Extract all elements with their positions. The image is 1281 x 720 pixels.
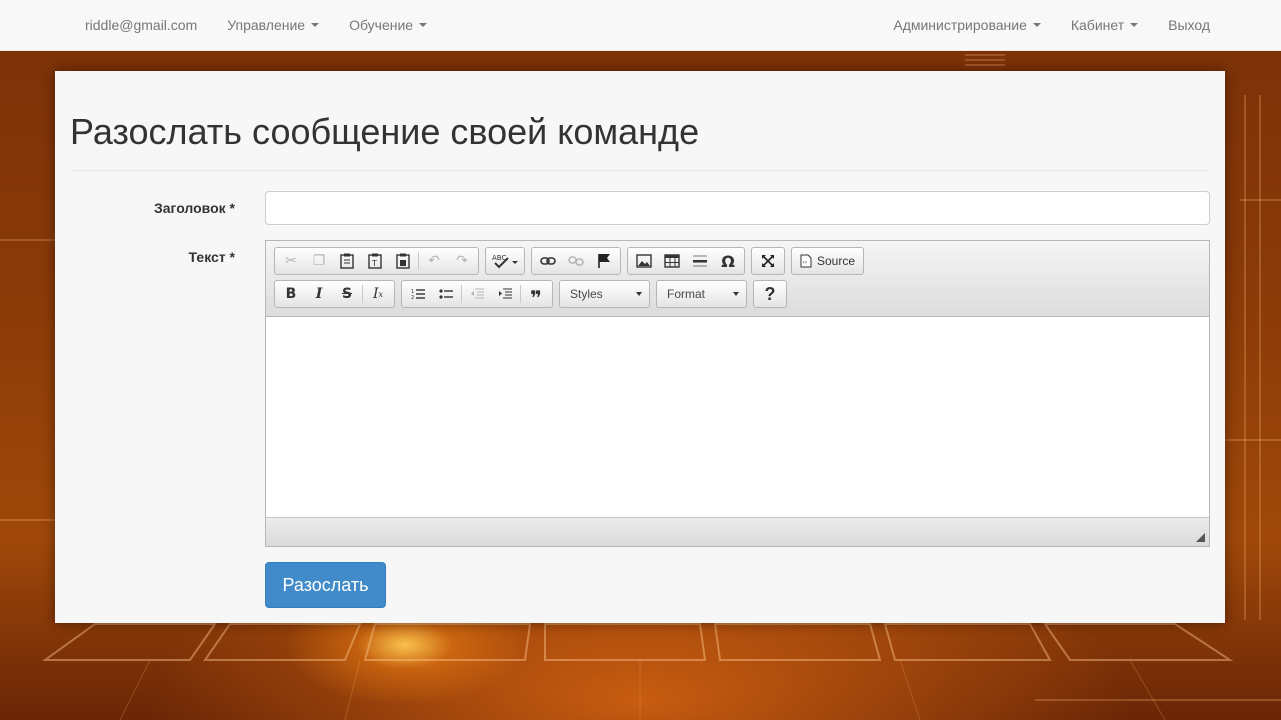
special-char-icon[interactable]: Ω	[714, 249, 742, 273]
styles-dropdown-label: Styles	[570, 287, 603, 301]
nav-menu-learning[interactable]: Обучение	[334, 0, 442, 51]
svg-text:2: 2	[411, 295, 414, 300]
title-divider	[70, 170, 1210, 171]
format-dropdown[interactable]: Format	[656, 280, 747, 308]
nav-menu-management-label: Управление	[227, 16, 306, 33]
strike-icon[interactable]: S	[333, 282, 361, 306]
caret-down-icon	[311, 23, 320, 27]
styles-dropdown[interactable]: Styles	[559, 280, 650, 308]
help-group: ?	[753, 280, 787, 308]
outdent-icon[interactable]	[463, 282, 491, 306]
horizontal-rule-icon[interactable]	[686, 249, 714, 273]
maximize-icon[interactable]	[754, 249, 782, 273]
toolbar-row-1: ✂ ❐ T ↶ ↷ ABC Ω ‹› Source	[274, 246, 1201, 276]
toolbar-separator	[461, 285, 462, 303]
numbered-list-icon[interactable]: 12	[404, 282, 432, 306]
bulleted-list-icon[interactable]	[432, 282, 460, 306]
anchor-flag-icon[interactable]	[590, 249, 618, 273]
editor-toolbar: ✂ ❐ T ↶ ↷ ABC Ω ‹› Source B I S I x 1 2 …	[266, 241, 1209, 317]
blockquote-icon[interactable]: ❞	[522, 282, 550, 310]
top-navbar: riddle@gmail.com Управление Обучение Адм…	[0, 0, 1281, 51]
toolbar-separator	[520, 285, 521, 303]
nav-menu-cabinet[interactable]: Кабинет	[1056, 0, 1153, 51]
send-button[interactable]: Разослать	[265, 562, 386, 608]
nav-menu-management[interactable]: Управление	[212, 0, 334, 51]
toolbar-separator	[362, 285, 363, 303]
table-icon[interactable]	[658, 249, 686, 273]
bold-icon[interactable]: B	[277, 282, 305, 306]
cut-icon[interactable]: ✂	[277, 249, 305, 273]
redo-icon[interactable]: ↷	[448, 249, 476, 273]
rich-text-editor: ✂ ❐ T ↶ ↷ ABC Ω ‹› Source B I S I x 1 2 …	[265, 240, 1210, 547]
logout-label: Выход	[1168, 16, 1210, 33]
image-icon[interactable]	[630, 249, 658, 273]
editor-content-area[interactable]	[266, 317, 1209, 517]
editor-status-bar	[266, 517, 1209, 546]
unlink-icon[interactable]	[562, 249, 590, 273]
help-icon[interactable]: ?	[756, 282, 784, 306]
source-label: Source	[817, 254, 856, 268]
main-panel: Разослать сообщение своей команде Заголо…	[55, 71, 1225, 623]
dropdown-arrow-icon	[636, 292, 642, 296]
nav-menu-administration-label: Администрирование	[893, 16, 1027, 33]
resize-handle-icon[interactable]	[1196, 533, 1205, 542]
title-input[interactable]	[265, 191, 1210, 225]
title-field-label: Заголовок *	[154, 200, 235, 216]
spellcheck-group: ABC	[485, 247, 525, 275]
list-group: 12 ❞	[401, 280, 553, 310]
clipboard-group: ✂ ❐ T ↶ ↷	[274, 247, 479, 275]
toolbar-row-2: B I S Ix 12 ❞ Styles Format ?	[274, 279, 1201, 310]
format-dropdown-label: Format	[667, 287, 706, 301]
source-group: ‹› Source	[791, 247, 865, 275]
source-button[interactable]: ‹› Source	[794, 249, 861, 273]
basic-styles-group: B I S Ix	[274, 280, 395, 308]
copy-icon[interactable]: ❐	[305, 249, 333, 273]
nav-menu-learning-label: Обучение	[349, 16, 414, 33]
nav-menu-administration[interactable]: Администрирование	[878, 0, 1056, 51]
text-field-label: Текст *	[188, 249, 235, 265]
remove-format-icon[interactable]: Ix	[364, 282, 392, 306]
dropdown-arrow-icon	[733, 292, 739, 296]
paste-text-icon[interactable]: T	[361, 249, 389, 273]
navbar-left: riddle@gmail.com Управление Обучение	[70, 0, 442, 51]
insert-group: Ω	[627, 247, 745, 275]
link-group	[531, 247, 621, 275]
link-icon[interactable]	[534, 249, 562, 273]
paste-icon[interactable]	[333, 249, 361, 273]
italic-icon[interactable]: I	[305, 282, 333, 306]
caret-down-icon	[1032, 23, 1041, 27]
undo-icon[interactable]: ↶	[420, 249, 448, 273]
svg-text:T: T	[371, 259, 377, 268]
navbar-right: Администрирование Кабинет Выход	[878, 0, 1225, 51]
spellcheck-icon[interactable]: ABC	[488, 249, 522, 273]
user-email-link[interactable]: riddle@gmail.com	[70, 0, 212, 51]
page-title: Разослать сообщение своей команде	[70, 111, 700, 152]
source-icon: ‹›	[800, 254, 812, 268]
toolbar-separator	[418, 252, 419, 270]
indent-icon[interactable]	[491, 282, 519, 306]
nav-menu-cabinet-label: Кабинет	[1070, 16, 1125, 33]
maximize-group	[751, 247, 785, 275]
logout-link[interactable]: Выход	[1153, 0, 1225, 51]
caret-down-icon	[1130, 23, 1139, 27]
svg-text:‹›: ‹›	[803, 259, 808, 266]
caret-down-icon	[419, 23, 428, 27]
paste-word-icon[interactable]	[389, 249, 417, 273]
user-email-label: riddle@gmail.com	[85, 16, 198, 33]
